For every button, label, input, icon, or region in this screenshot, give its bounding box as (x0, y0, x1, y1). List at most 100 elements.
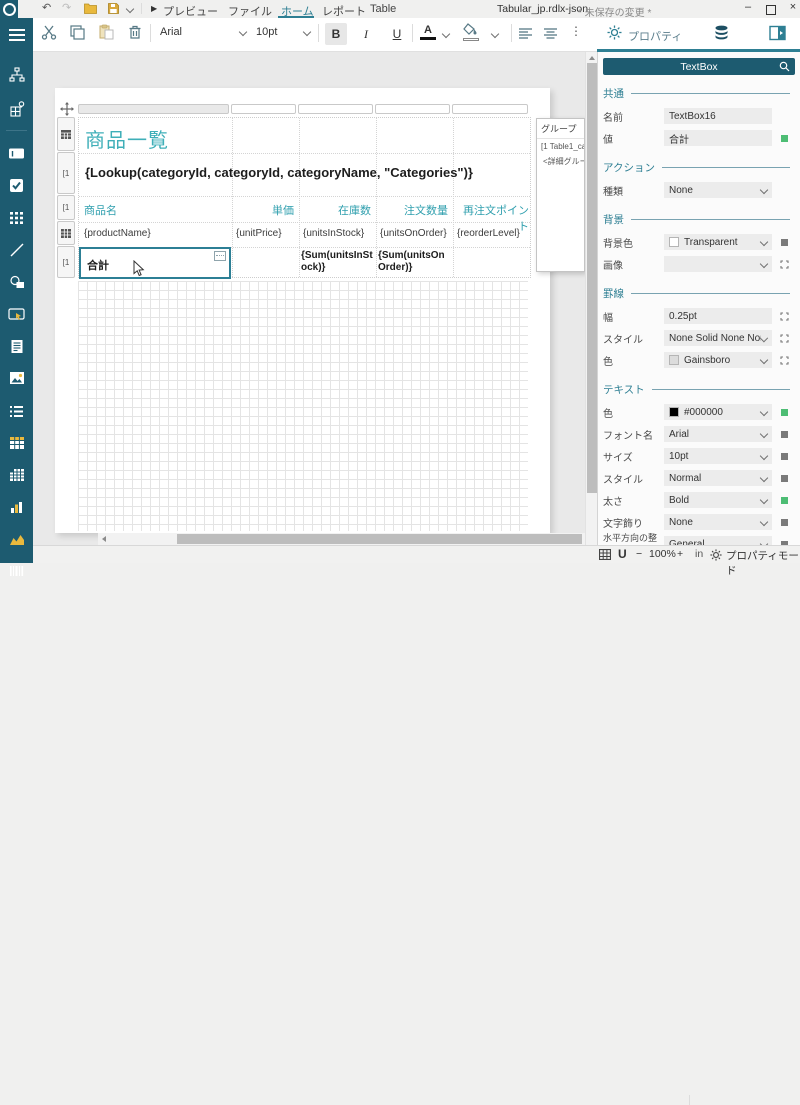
value-input[interactable]: 合計 (664, 130, 772, 146)
scroll-up-arrow-icon[interactable] (589, 56, 595, 60)
vertical-scrollbar[interactable] (585, 52, 597, 545)
expand-icon[interactable] (780, 260, 789, 269)
unit-label[interactable]: in (695, 548, 703, 560)
default-indicator[interactable] (781, 475, 788, 482)
report-title-textbox[interactable]: 商品一覧 (85, 124, 169, 153)
redo-button[interactable]: ↷ (62, 1, 71, 14)
fill-color-button[interactable] (463, 23, 480, 41)
toolbar-overflow-button[interactable]: ⋮ (570, 24, 582, 38)
group-item-detail[interactable]: <詳細グルー (537, 153, 584, 169)
properties-tab-gear-icon[interactable] (607, 25, 622, 43)
horizontal-align-select[interactable]: General (664, 536, 772, 545)
report-table[interactable]: 商品一覧 {Lookup(categoryId, categoryId, cat… (78, 117, 531, 278)
design-canvas[interactable]: [1 [1 [1 商品一覧 {Lookup(categoryId, catego… (33, 52, 597, 545)
preview-play-icon[interactable]: ▶ (151, 4, 157, 13)
paste-button[interactable] (99, 24, 114, 43)
horizontal-scrollbar-thumb[interactable] (177, 534, 582, 544)
menu-tab-file[interactable]: ファイル (228, 3, 272, 19)
delete-button[interactable] (128, 24, 142, 43)
column-handle[interactable] (298, 104, 373, 114)
vertical-scrollbar-thumb[interactable] (587, 63, 597, 493)
selected-total-cell[interactable]: 合計 (79, 247, 231, 279)
data-sources-icon[interactable] (714, 25, 729, 44)
font-weight-select[interactable]: Bold (664, 492, 772, 508)
backimage-select[interactable] (664, 256, 772, 272)
modified-indicator[interactable] (781, 409, 788, 416)
cut-button[interactable] (41, 25, 57, 43)
row-handle-detail[interactable] (57, 221, 75, 245)
font-style-select[interactable]: Normal (664, 470, 772, 486)
row-handle-title[interactable] (57, 117, 75, 151)
header-cell[interactable]: 在庫数 (299, 202, 371, 218)
expand-icon[interactable] (780, 356, 789, 365)
column-handle[interactable] (231, 104, 296, 114)
tool-tablix-icon[interactable] (0, 428, 33, 458)
modified-indicator[interactable] (781, 497, 788, 504)
modified-indicator[interactable] (781, 135, 788, 142)
group-item-category[interactable]: [1 Table1_categ (537, 139, 584, 153)
preview-button[interactable]: プレビュー (163, 3, 218, 19)
text-color-select[interactable]: #000000 (664, 404, 772, 420)
group-lookup-textbox[interactable]: {Lookup(categoryId, categoryId, category… (85, 165, 473, 180)
data-cell[interactable]: {productName} (84, 228, 151, 239)
zoom-out-button[interactable]: − (636, 548, 642, 560)
font-size-select[interactable]: 10pt (664, 448, 772, 464)
row-handle-group[interactable]: [1 (57, 152, 75, 194)
horizontal-scrollbar[interactable] (98, 533, 585, 545)
panel-toggle-icon[interactable] (769, 25, 786, 44)
font-name-select[interactable]: Arial (664, 426, 772, 442)
expand-icon[interactable] (780, 312, 789, 321)
tool-barcode-icon[interactable] (0, 556, 33, 586)
scroll-left-arrow-icon[interactable] (102, 536, 106, 542)
align-left-button[interactable] (519, 28, 533, 42)
default-indicator[interactable] (781, 519, 788, 526)
name-input[interactable]: TextBox16 (664, 108, 772, 124)
border-color-select[interactable]: Gainsboro (664, 352, 772, 368)
data-cell[interactable]: {unitsInStock} (303, 228, 364, 239)
tool-checkbox-icon[interactable] (0, 170, 33, 200)
font-size-select[interactable]: 10pt (256, 26, 310, 38)
tool-shape-icon[interactable] (0, 267, 33, 297)
column-handle[interactable] (375, 104, 450, 114)
menu-tab-table[interactable]: Table (370, 3, 396, 15)
save-icon[interactable] (108, 3, 119, 17)
text-decoration-select[interactable]: None (664, 514, 772, 530)
tool-richtext-icon[interactable] (0, 331, 33, 361)
tool-line-icon[interactable] (0, 235, 33, 265)
column-handle[interactable] (78, 104, 229, 114)
backcolor-select[interactable]: Transparent (664, 234, 772, 250)
search-icon[interactable] (779, 61, 790, 72)
tool-table-icon[interactable] (0, 203, 33, 233)
hamburger-menu-icon[interactable] (0, 18, 33, 52)
tool-chart-icon[interactable] (0, 492, 33, 522)
default-indicator[interactable] (781, 431, 788, 438)
tool-group-editor-icon[interactable] (0, 94, 33, 124)
data-cell[interactable]: {unitsOnOrder} (380, 228, 447, 239)
maximize-button[interactable] (766, 5, 776, 15)
tool-list-icon[interactable] (0, 396, 33, 426)
column-handle[interactable] (452, 104, 528, 114)
undo-button[interactable]: ↶ (42, 1, 51, 14)
header-cell[interactable]: 単価 (232, 202, 294, 218)
tab-properties[interactable]: プロパティ (628, 28, 682, 44)
zoom-in-button[interactable]: + (677, 548, 683, 560)
border-style-select[interactable]: None Solid None None (664, 330, 772, 346)
data-cell[interactable]: {unitPrice} (236, 228, 282, 239)
table-move-handle-icon[interactable] (60, 102, 74, 116)
property-mode-gear-icon[interactable] (710, 549, 722, 564)
sum-order-cell[interactable]: {Sum(unitsOnOrder)} (378, 250, 451, 274)
row-handle-header[interactable]: [1 (57, 195, 75, 220)
field-picker-adorner-icon[interactable] (214, 251, 226, 261)
expand-icon[interactable] (780, 334, 789, 343)
default-indicator[interactable] (781, 453, 788, 460)
border-width-input[interactable]: 0.25pt (664, 308, 772, 324)
app-logo-icon[interactable] (0, 0, 18, 18)
property-mode-label[interactable]: プロパティモード (726, 548, 800, 578)
sum-stock-cell[interactable]: {Sum(unitsInStock)} (301, 250, 374, 274)
tool-report-explorer-icon[interactable] (0, 60, 33, 90)
header-cell[interactable]: 注文数量 (376, 202, 448, 218)
underline-button[interactable]: U (386, 23, 408, 45)
grid-toggle-icon[interactable] (599, 549, 611, 563)
snap-toggle-icon[interactable]: U (618, 547, 627, 561)
save-menu-chevron-icon[interactable] (126, 5, 134, 13)
